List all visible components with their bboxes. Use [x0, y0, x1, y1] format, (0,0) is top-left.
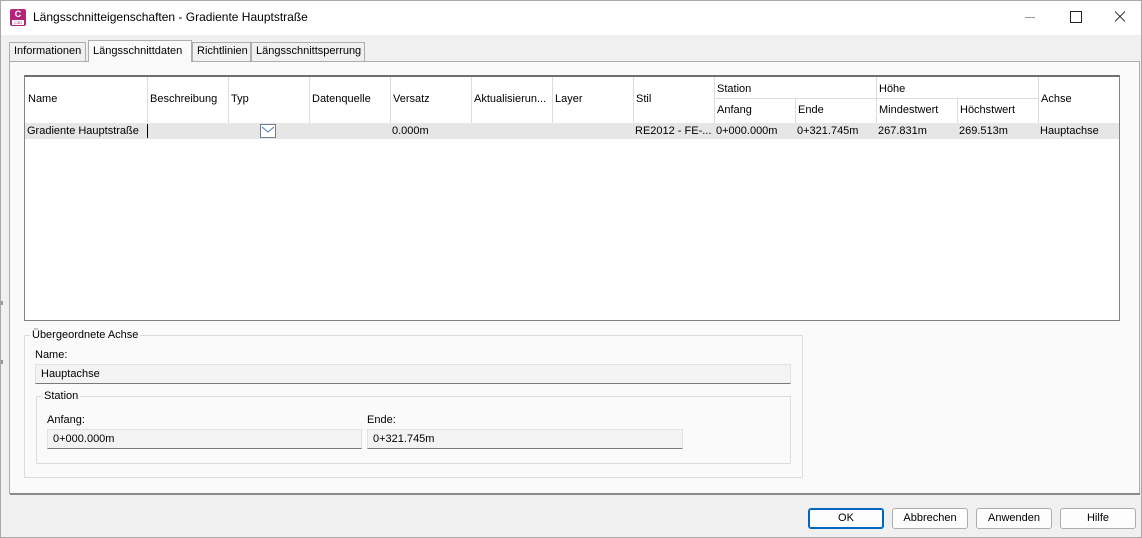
- column-separator[interactable]: [795, 99, 796, 123]
- alignment-name-label: Name:: [35, 349, 68, 361]
- column-separator[interactable]: [957, 99, 958, 123]
- header-datenquelle[interactable]: Datenquelle: [312, 93, 388, 105]
- header-beschreibung[interactable]: Beschreibung: [150, 93, 226, 105]
- header-group-divider: [714, 98, 1038, 99]
- civil3d-app-icon: C C3D: [10, 9, 26, 26]
- title-bar[interactable]: C C3D Längsschnitteigenschaften - Gradie…: [1, 1, 1141, 35]
- cell-achse[interactable]: Hauptachse: [1040, 125, 1118, 137]
- column-separator[interactable]: [876, 77, 877, 123]
- cell-versatz[interactable]: 0.000m: [392, 125, 468, 137]
- maximize-icon[interactable]: [1053, 1, 1099, 33]
- station-start-label: Anfang:: [47, 414, 85, 426]
- ok-button[interactable]: OK: [808, 508, 884, 529]
- apply-button[interactable]: Anwenden: [976, 508, 1052, 529]
- background-edge-mark: [1, 360, 3, 364]
- tab-informationen[interactable]: Informationen: [9, 42, 86, 61]
- cancel-button[interactable]: Abbrechen: [892, 508, 968, 529]
- panel-divider: [10, 493, 1140, 495]
- header-station-ende[interactable]: Ende: [798, 104, 874, 116]
- column-separator[interactable]: [633, 77, 634, 123]
- tab-richtlinien[interactable]: Richtlinien: [192, 42, 251, 61]
- station-end-field: 0+321.745m: [367, 429, 683, 449]
- station-start-field: 0+000.000m: [47, 429, 362, 449]
- header-station-anfang[interactable]: Anfang: [717, 104, 793, 116]
- column-separator[interactable]: [552, 77, 553, 123]
- column-separator[interactable]: [147, 77, 148, 123]
- header-versatz[interactable]: Versatz: [393, 93, 469, 105]
- dialog-window: C C3D Längsschnitteigenschaften - Gradie…: [0, 0, 1142, 538]
- cell-station-ende[interactable]: 0+321.745m: [797, 125, 875, 137]
- cell-station-anfang[interactable]: 0+000.000m: [716, 125, 794, 137]
- header-name[interactable]: Name: [28, 93, 145, 105]
- minimize-icon[interactable]: [1007, 1, 1053, 33]
- header-layer[interactable]: Layer: [555, 93, 631, 105]
- profile-data-grid[interactable]: Name Beschreibung Typ Datenquelle Versat…: [24, 75, 1120, 321]
- column-separator[interactable]: [309, 77, 310, 123]
- app-icon-sub: C3D: [12, 20, 24, 25]
- parent-alignment-label: Übergeordnete Achse: [30, 329, 141, 341]
- tab-laengsschnittsperrung[interactable]: Längsschnittsperrung: [251, 42, 365, 61]
- tab-laengsschnittdaten[interactable]: Längsschnittdaten: [88, 40, 192, 62]
- help-button[interactable]: Hilfe: [1060, 508, 1136, 529]
- column-separator[interactable]: [471, 77, 472, 123]
- text-cursor: [147, 124, 148, 138]
- column-separator[interactable]: [714, 77, 715, 123]
- table-row[interactable]: Gradiente Hauptstraße 0.000m RE2012 - FE…: [25, 123, 1119, 139]
- cell-hoehe-max[interactable]: 269.513m: [959, 125, 1037, 137]
- header-station-group: Station: [717, 83, 752, 95]
- column-separator[interactable]: [1038, 77, 1039, 123]
- header-hoehe-max[interactable]: Höchstwert: [960, 104, 1036, 116]
- cell-stil[interactable]: RE2012 - FE-...: [635, 125, 713, 137]
- header-stil[interactable]: Stil: [636, 93, 712, 105]
- close-icon[interactable]: [1097, 1, 1142, 33]
- alignment-name-field: Hauptachse: [35, 364, 791, 384]
- app-icon-letter: C: [14, 9, 22, 19]
- header-aktualisierung[interactable]: Aktualisierun...: [474, 93, 550, 105]
- column-separator[interactable]: [390, 77, 391, 123]
- profile-type-icon[interactable]: [260, 124, 276, 138]
- background-edge-mark: [1, 301, 3, 305]
- cell-name[interactable]: Gradiente Hauptstraße: [27, 125, 145, 137]
- window-title: Längsschnitteigenschaften - Gradiente Ha…: [33, 10, 308, 24]
- station-end-label: Ende:: [367, 414, 396, 426]
- header-hoehe-group: Höhe: [879, 83, 906, 95]
- cell-hoehe-min[interactable]: 267.831m: [878, 125, 956, 137]
- header-achse[interactable]: Achse: [1041, 93, 1117, 105]
- header-typ[interactable]: Typ: [231, 93, 307, 105]
- column-separator[interactable]: [228, 77, 229, 123]
- station-group-label: Station: [42, 390, 81, 402]
- header-hoehe-min[interactable]: Mindestwert: [879, 104, 955, 116]
